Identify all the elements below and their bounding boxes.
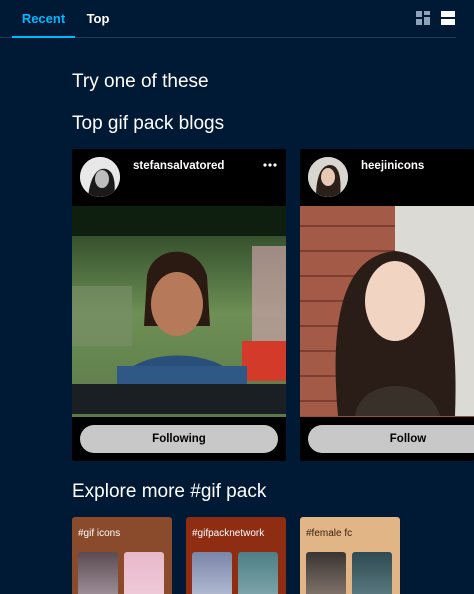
list-view-icon[interactable] xyxy=(441,11,455,25)
tab-recent[interactable]: Recent xyxy=(12,0,75,38)
more-options-icon[interactable] xyxy=(262,160,278,170)
blog-card-header: stefansalvatored xyxy=(72,149,286,205)
tag-thumbnail xyxy=(192,552,232,594)
blog-card-footer: Following xyxy=(72,417,286,461)
blog-card-header: heejinicons xyxy=(300,149,474,205)
blog-name[interactable]: heejinicons xyxy=(361,160,424,172)
tag-label: #gifpacknetwork xyxy=(192,528,265,539)
try-these-heading: Try one of these xyxy=(72,71,209,92)
feed-tabs: Recent Top xyxy=(0,0,456,38)
tag-thumbnail xyxy=(306,552,346,594)
avatar[interactable] xyxy=(80,157,120,197)
tag-thumbnail xyxy=(238,552,278,594)
blog-name[interactable]: stefansalvatored xyxy=(133,160,224,172)
blog-card-footer: Follow xyxy=(300,417,474,461)
blog-card[interactable]: stefansalvatored Following xyxy=(72,149,286,461)
tag-label: #female fc xyxy=(306,528,353,539)
tab-top[interactable]: Top xyxy=(82,0,114,38)
tag-label: #gif icons xyxy=(78,528,121,539)
blog-card[interactable]: heejinicons Follow xyxy=(300,149,474,461)
following-button[interactable]: Following xyxy=(80,425,278,453)
grid-view-icon[interactable] xyxy=(416,11,430,25)
tag-thumbnail xyxy=(124,552,164,594)
tag-card-gif-icons[interactable]: #gif icons xyxy=(72,517,172,594)
tag-card-female-fc[interactable]: #female fc xyxy=(300,517,400,594)
tag-card-gifpacknetwork[interactable]: #gifpacknetwork xyxy=(186,517,286,594)
explore-heading: Explore more #gif pack xyxy=(72,481,267,502)
avatar[interactable] xyxy=(308,157,348,197)
tag-thumbnail xyxy=(78,552,118,594)
top-blogs-heading: Top gif pack blogs xyxy=(72,113,225,134)
follow-button[interactable]: Follow xyxy=(308,425,474,453)
tag-thumbnail xyxy=(352,552,392,594)
